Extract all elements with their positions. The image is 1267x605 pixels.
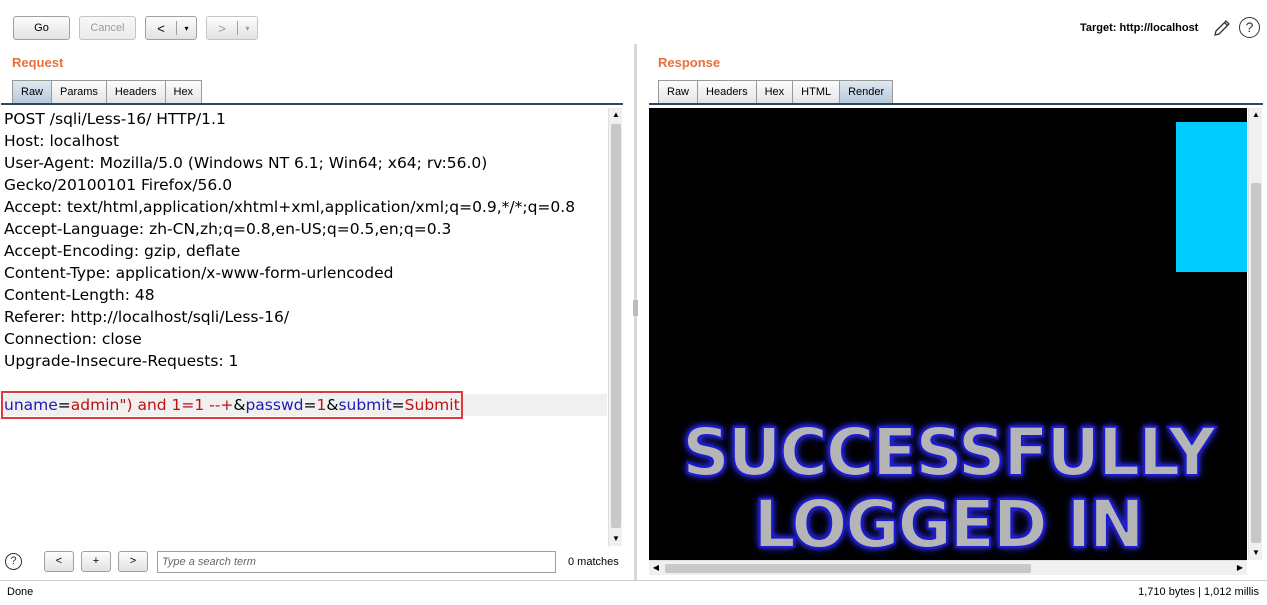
scroll-thumb[interactable] bbox=[665, 564, 1031, 573]
request-editor[interactable]: POST /sqli/Less-16/ HTTP/1.1 Host: local… bbox=[1, 108, 607, 538]
response-title: Response bbox=[658, 55, 721, 70]
request-line: Gecko/20100101 Firefox/56.0 bbox=[4, 176, 233, 194]
request-line: Connection: close bbox=[4, 330, 142, 348]
success-banner-line1: SUCCESSFULLY bbox=[681, 413, 1217, 492]
scroll-down-icon[interactable]: ▼ bbox=[609, 532, 623, 546]
scroll-thumb[interactable] bbox=[611, 124, 621, 528]
scroll-right-icon[interactable]: ▶ bbox=[1233, 561, 1247, 575]
highlight-box bbox=[1, 391, 463, 419]
search-input[interactable] bbox=[157, 551, 556, 573]
request-line: Host: localhost bbox=[4, 132, 120, 150]
request-line: Accept-Encoding: gzip, deflate bbox=[4, 242, 241, 260]
tab-hex[interactable]: Hex bbox=[164, 80, 203, 103]
status-bar: Done 1,710 bytes | 1,012 millis bbox=[0, 580, 1267, 605]
help-icon[interactable]: ? bbox=[5, 553, 22, 570]
request-line: Content-Type: application/x-www-form-url… bbox=[4, 264, 394, 282]
tab-html[interactable]: HTML bbox=[792, 80, 840, 103]
splitter-grip[interactable] bbox=[633, 300, 638, 316]
response-stats: 1,710 bytes | 1,012 millis bbox=[1138, 586, 1259, 598]
forward-button[interactable]: > ▾ bbox=[206, 16, 258, 40]
search-next-button[interactable]: > bbox=[118, 551, 148, 572]
back-arrow-icon: < bbox=[157, 20, 165, 36]
rendered-image-block bbox=[1176, 122, 1247, 272]
status-text: Done bbox=[7, 586, 34, 598]
scroll-down-icon[interactable]: ▼ bbox=[1249, 546, 1263, 560]
response-hscrollbar[interactable]: ◀ ▶ bbox=[649, 560, 1247, 575]
search-prev-button[interactable]: < bbox=[44, 551, 74, 572]
request-line: Upgrade-Insecure-Requests: 1 bbox=[4, 352, 239, 370]
request-line: Referer: http://localhost/sqli/Less-16/ bbox=[4, 308, 290, 326]
pencil-icon[interactable] bbox=[1212, 18, 1232, 38]
cancel-button[interactable]: Cancel bbox=[79, 16, 136, 40]
tab-underline bbox=[649, 103, 1263, 105]
chevron-down-icon[interactable]: ▾ bbox=[177, 24, 196, 33]
request-title: Request bbox=[12, 55, 64, 70]
request-line: POST /sqli/Less-16/ HTTP/1.1 bbox=[4, 110, 226, 128]
target-label: Target: http://localhost bbox=[1080, 22, 1199, 34]
scroll-up-icon[interactable]: ▲ bbox=[1249, 108, 1263, 122]
repeater-window: Go Cancel < ▾ > ▾ Target: http://localho… bbox=[0, 0, 1267, 605]
tab-raw[interactable]: Raw bbox=[12, 80, 52, 103]
response-scrollbar[interactable]: ▲ ▼ bbox=[1248, 108, 1262, 560]
tab-headers[interactable]: Headers bbox=[105, 80, 165, 103]
go-button[interactable]: Go bbox=[13, 16, 70, 40]
rendered-response: SUCCESSFULLY LOGGED IN bbox=[649, 108, 1247, 560]
request-scrollbar[interactable]: ▲ ▼ bbox=[608, 108, 622, 546]
chevron-down-icon[interactable]: ▾ bbox=[238, 24, 257, 33]
request-tabs: Raw Params Headers Hex bbox=[12, 80, 203, 103]
tab-render[interactable]: Render bbox=[839, 80, 894, 103]
scroll-up-icon[interactable]: ▲ bbox=[609, 108, 623, 122]
scroll-left-icon[interactable]: ◀ bbox=[649, 561, 663, 575]
back-button[interactable]: < ▾ bbox=[145, 16, 197, 40]
tab-raw[interactable]: Raw bbox=[658, 80, 698, 103]
tab-underline bbox=[1, 103, 623, 105]
help-icon[interactable]: ? bbox=[1239, 17, 1260, 38]
tab-params[interactable]: Params bbox=[51, 80, 106, 103]
scroll-thumb[interactable] bbox=[1251, 183, 1261, 543]
request-line: User-Agent: Mozilla/5.0 (Windows NT 6.1;… bbox=[4, 154, 488, 172]
search-add-button[interactable]: + bbox=[81, 551, 111, 572]
forward-arrow-icon: > bbox=[218, 20, 226, 36]
tab-headers[interactable]: Headers bbox=[697, 80, 756, 103]
success-banner-line2: LOGGED IN bbox=[753, 485, 1146, 560]
match-count: 0 matches bbox=[568, 556, 619, 568]
tab-hex[interactable]: Hex bbox=[755, 80, 793, 103]
request-line: Content-Length: 48 bbox=[4, 286, 155, 304]
response-tabs: Raw Headers Hex HTML Render bbox=[658, 80, 894, 103]
request-line: Accept-Language: zh-CN,zh;q=0.8,en-US;q=… bbox=[4, 220, 452, 238]
request-line: Accept: text/html,application/xhtml+xml,… bbox=[4, 198, 576, 216]
